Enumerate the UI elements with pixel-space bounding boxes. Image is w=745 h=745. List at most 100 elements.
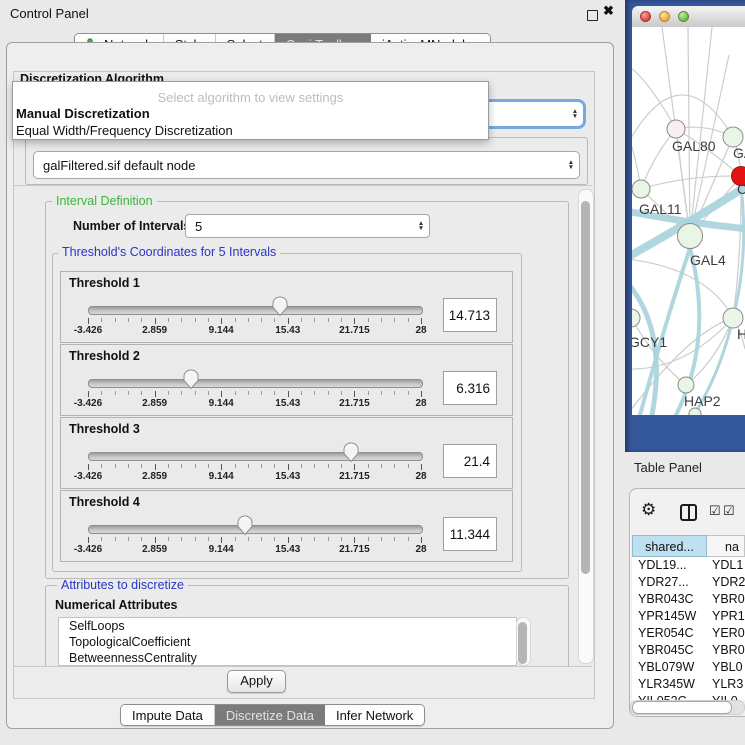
threshold-label: Threshold 1 (69, 276, 140, 290)
tick-label: 9.144 (209, 544, 234, 555)
attribute-list-item[interactable]: SelfLoops (59, 618, 516, 634)
tab-discretize-data[interactable]: Discretize Data (215, 705, 325, 725)
tick-mark (314, 391, 315, 395)
network-node-GCY1-node[interactable] (632, 309, 640, 327)
tick-mark (288, 464, 289, 470)
close-icon[interactable]: ✖ (603, 3, 614, 19)
checkbox-icon-1[interactable]: ☑ (709, 503, 721, 519)
zoom-traffic-light-icon[interactable] (678, 11, 689, 22)
threshold-slider-track[interactable] (88, 379, 423, 388)
checkbox-icon-2[interactable]: ☑ (723, 503, 735, 519)
table-cell: YDL19... (632, 557, 707, 574)
numerical-attributes-list[interactable]: SelfLoopsTopologicalCoefficientBetweenne… (58, 617, 517, 666)
threshold-slider-handle[interactable] (183, 369, 199, 390)
number-of-intervals-value: 5 (186, 219, 413, 234)
attributes-list-scrollbar[interactable] (516, 617, 531, 666)
attributes-scrollbar-thumb[interactable] (518, 622, 527, 664)
network-view-canvas[interactable]: GAL80GACGAL11GAL4GCY1HHAP2 (632, 27, 745, 415)
section-divider (14, 185, 592, 186)
threshold-slider-handle[interactable] (343, 442, 359, 463)
attribute-list-item[interactable]: TopologicalCoefficient (59, 634, 516, 650)
tick-mark (394, 537, 395, 541)
tick-mark (181, 318, 182, 322)
tick-mark (141, 318, 142, 322)
threshold-value-field[interactable]: 6.316 (443, 371, 497, 405)
network-edge[interactable] (688, 27, 690, 236)
tick-label: 21.715 (339, 325, 370, 336)
tick-mark (115, 464, 116, 468)
tick-mark (208, 537, 209, 541)
tick-label: 28 (415, 398, 426, 409)
table-row[interactable]: YER054CYER0 (632, 625, 745, 642)
table-row[interactable]: YDR27...YDR2 (632, 574, 745, 591)
tick-label: 21.715 (339, 544, 370, 555)
network-node-GAL4-node[interactable] (678, 224, 703, 249)
table-column-header[interactable]: na (707, 535, 745, 557)
tick-mark (368, 537, 369, 541)
table-data-combobox[interactable]: galFiltered.sif default node ▲▼ (33, 151, 580, 179)
tick-mark (261, 537, 262, 541)
minimize-traffic-light-icon[interactable] (659, 11, 670, 22)
tick-mark (301, 464, 302, 468)
threshold-slider-track[interactable] (88, 452, 423, 461)
threshold-value-field[interactable]: 11.344 (443, 517, 497, 551)
panel-scrollbar[interactable] (578, 189, 594, 664)
dropdown-option[interactable]: Equal Width/Frequency Discretization (16, 123, 233, 138)
network-node-H-node[interactable] (723, 308, 743, 328)
threshold-slider-track[interactable] (88, 525, 423, 534)
network-edge[interactable] (690, 27, 712, 236)
numerical-attributes-label: Numerical Attributes (55, 598, 177, 612)
network-node-label: GCY1 (632, 334, 667, 350)
spinner-arrows-icon: ▲▼ (413, 221, 429, 231)
tick-mark (141, 537, 142, 541)
network-node-GAL80-node[interactable] (667, 120, 685, 138)
table-cell: YDL1 (707, 557, 745, 574)
network-node-HAP2-node[interactable] (678, 377, 694, 393)
tick-label: 21.715 (339, 398, 370, 409)
threshold-value-field[interactable]: 14.713 (443, 298, 497, 332)
table-row[interactable]: YPR145WYPR1 (632, 608, 745, 625)
network-node-top-right-node[interactable] (723, 127, 743, 147)
network-edge-highlighted[interactable] (733, 185, 744, 318)
network-edge[interactable] (641, 176, 741, 189)
gear-icon[interactable]: ⚙ (641, 500, 656, 520)
columns-icon[interactable] (680, 504, 697, 521)
tick-label: 15.43 (275, 471, 300, 482)
threshold-slider-handle[interactable] (272, 296, 288, 317)
table-cell: YDR27... (632, 574, 707, 591)
table-row[interactable]: YIL052CYIL0 (632, 693, 745, 700)
threshold-value-field[interactable]: 21.4 (443, 444, 497, 478)
network-window-titlebar[interactable] (632, 6, 745, 28)
network-node-GAL11-node[interactable] (632, 180, 650, 198)
dropdown-option[interactable]: Manual Discretization (16, 106, 150, 121)
tab-infer-network[interactable]: Infer Network (325, 705, 424, 725)
threshold-slider-handle[interactable] (237, 515, 253, 536)
restore-icon[interactable] (587, 10, 598, 21)
panel-scrollbar-thumb[interactable] (581, 201, 590, 574)
tick-mark (394, 464, 395, 468)
apply-button[interactable]: Apply (227, 670, 286, 693)
tick-mark (128, 391, 129, 395)
combo-arrows-icon: ▲▼ (563, 160, 579, 170)
table-column-header[interactable]: shared... (632, 535, 707, 557)
network-edge[interactable] (641, 129, 676, 189)
tick-mark (288, 537, 289, 543)
network-node-bottom-partial-node[interactable] (689, 408, 701, 415)
tab-impute-data[interactable]: Impute Data (121, 705, 215, 725)
attribute-list-item[interactable]: BetweennessCentrality (59, 650, 516, 666)
tick-mark (141, 391, 142, 395)
table-row[interactable]: YBL079WYBL0 (632, 659, 745, 676)
table-row[interactable]: YBR045CYBR0 (632, 642, 745, 659)
table-row[interactable]: YBR043CYBR0 (632, 591, 745, 608)
number-of-intervals-spinner[interactable]: 5 ▲▼ (185, 214, 430, 238)
tick-mark (208, 318, 209, 322)
interval-definition-label: Interval Definition (52, 195, 157, 208)
threshold-slider-track[interactable] (88, 306, 423, 315)
threshold-panel: Threshold 1-3.4262.8599.14415.4321.71528… (60, 271, 513, 343)
attributes-group-label: Attributes to discretize (57, 579, 188, 592)
table-row[interactable]: YLR345WYLR3 (632, 676, 745, 693)
table-row[interactable]: YDL19...YDL1 (632, 557, 745, 574)
tick-mark (421, 537, 422, 543)
close-traffic-light-icon[interactable] (640, 11, 651, 22)
table-hscrollbar-thumb[interactable] (632, 701, 732, 714)
